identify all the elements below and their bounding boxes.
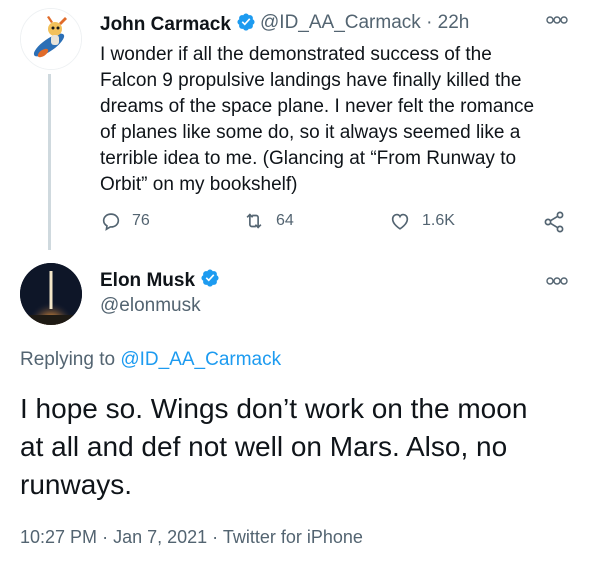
- author-handle[interactable]: @ID_AA_Carmack: [260, 12, 421, 33]
- reply-count: 76: [132, 212, 150, 229]
- more-options-icon[interactable]: [546, 12, 568, 30]
- tweet1-actions: 76 64 1.6K: [100, 210, 570, 238]
- tweet2-line: at all and def not well on Mars. Also, n…: [20, 431, 508, 462]
- retweet-icon: [246, 213, 262, 229]
- share-icon: [544, 211, 564, 233]
- tweet2-metadata: 10:27 PM · Jan 7, 2021 · Twitter for iPh…: [20, 527, 363, 548]
- verified-badge-icon: [200, 268, 220, 294]
- tweet2-body: I hope so. Wings don’t work on the moon …: [20, 390, 576, 504]
- retweet-button[interactable]: 64: [242, 210, 294, 232]
- tweet-source[interactable]: Twitter for iPhone: [223, 527, 363, 547]
- retweet-count: 64: [276, 212, 294, 229]
- tweet-date[interactable]: Jan 7, 2021: [113, 527, 207, 547]
- author-name-text[interactable]: John Carmack: [100, 14, 231, 35]
- rocket-launch-avatar-icon: [20, 263, 82, 325]
- tweet1-handle-time[interactable]: @ID_AA_Carmack · 22h: [260, 12, 469, 34]
- tweet1-line: I wonder if all the demonstrated success…: [100, 44, 492, 65]
- tweet1-body: I wonder if all the demonstrated success…: [100, 42, 570, 198]
- tweet1-line: Falcon 9 propulsive landings have finall…: [100, 70, 522, 91]
- like-button[interactable]: 1.6K: [388, 210, 455, 232]
- replying-to: Replying to @ID_AA_Carmack: [20, 349, 281, 371]
- reply-button[interactable]: 76: [100, 210, 150, 232]
- tweet1-line: Orbit” on my bookshelf): [100, 174, 298, 195]
- share-button[interactable]: [542, 210, 566, 234]
- separator-dot: ·: [426, 12, 433, 33]
- tweet1-author-name[interactable]: John Carmack: [100, 12, 256, 38]
- separator-dot: ·: [212, 527, 219, 547]
- tweet2-line: I hope so. Wings don’t work on the moon: [20, 393, 528, 424]
- more-options-icon[interactable]: [546, 273, 568, 291]
- replying-handle-link[interactable]: @ID_AA_Carmack: [120, 349, 281, 370]
- tweet2-author-name[interactable]: Elon Musk: [100, 268, 220, 294]
- tweet2-handle[interactable]: @elonmusk: [100, 295, 201, 317]
- tweet1-line: terrible idea to me. (Glancing at “From …: [100, 148, 517, 169]
- tweet2-line: runways.: [20, 469, 133, 500]
- tweet-time[interactable]: 22h: [438, 12, 470, 33]
- author-name-text[interactable]: Elon Musk: [100, 270, 195, 291]
- like-count: 1.6K: [422, 212, 455, 229]
- reply-icon: [102, 213, 120, 231]
- john-carmack-avatar[interactable]: [20, 8, 82, 70]
- replying-prefix: Replying to: [20, 349, 116, 370]
- thread-connector-line: [48, 74, 51, 250]
- tweet-time[interactable]: 10:27 PM: [20, 527, 97, 547]
- avatar-mascot-icon: [21, 9, 81, 69]
- verified-badge-icon: [236, 12, 256, 38]
- separator-dot: ·: [102, 527, 109, 547]
- tweet1-line: of planes like some do, so it always see…: [100, 122, 521, 143]
- heart-icon: [391, 213, 409, 230]
- tweet1-line: dreams of the space plane. I never felt …: [100, 96, 535, 117]
- elon-musk-avatar[interactable]: [20, 263, 82, 325]
